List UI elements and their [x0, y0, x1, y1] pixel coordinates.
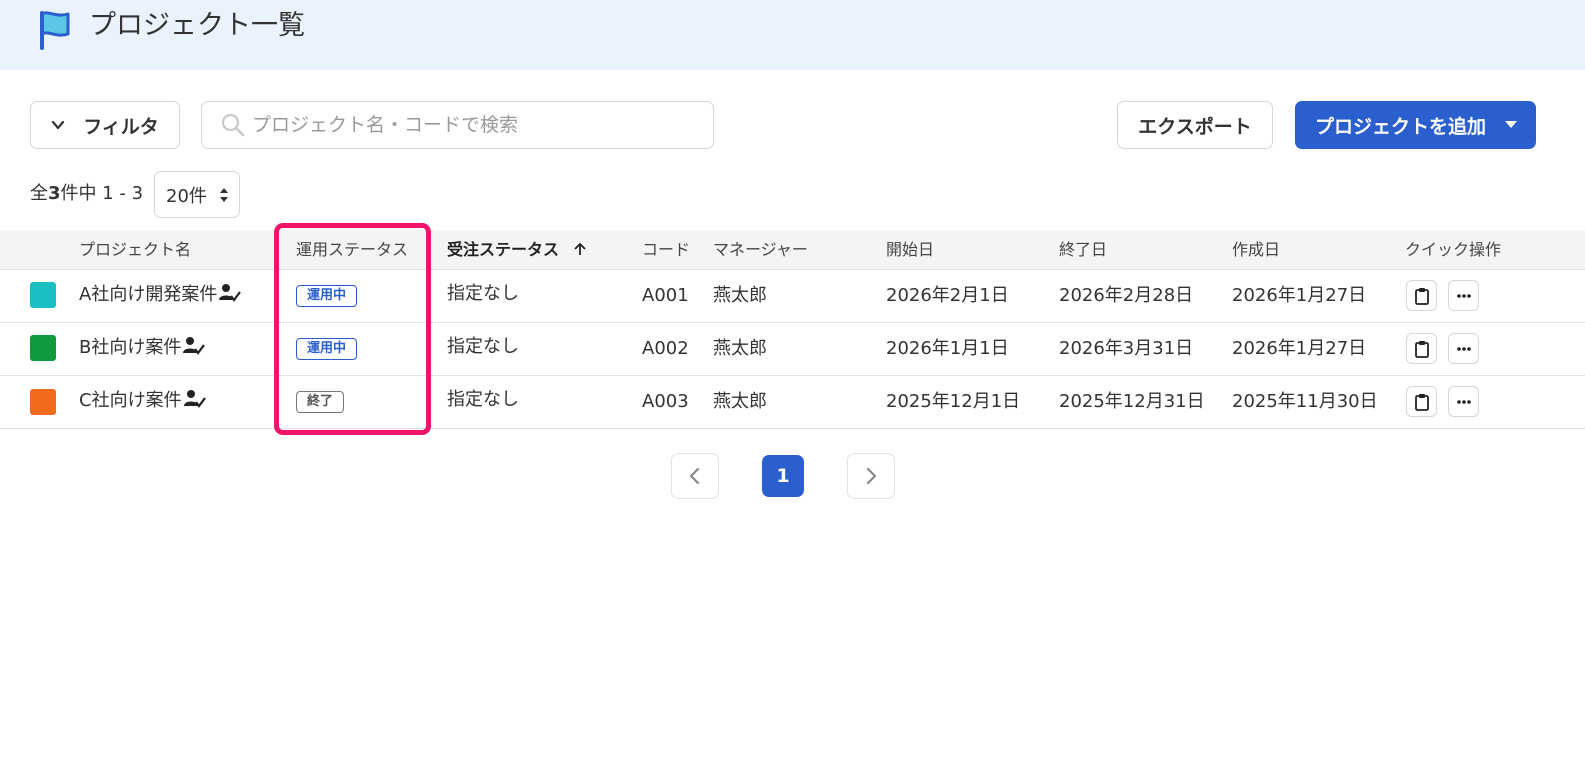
search-icon [221, 113, 245, 137]
start-date: 2026年2月1日 [886, 285, 1009, 306]
more-button[interactable] [1448, 386, 1479, 417]
person-check-icon [219, 284, 242, 302]
project-name-text: A社向け開発案件 [79, 284, 218, 305]
search-box[interactable] [201, 101, 714, 149]
page-1-button[interactable]: 1 [762, 455, 804, 497]
page-title: プロジェクト一覧 [89, 10, 305, 41]
manager-name: 燕太郎 [713, 338, 767, 359]
add-project-button[interactable]: プロジェクトを追加 [1295, 101, 1536, 149]
flag-icon [40, 11, 70, 50]
count-total: 3 [48, 183, 61, 204]
project-color-swatch [30, 389, 56, 415]
chevron-down-icon [52, 120, 65, 130]
export-button[interactable]: エクスポート [1117, 101, 1273, 149]
col-project-name[interactable]: プロジェクト名 [79, 230, 191, 270]
project-name[interactable]: C社向け案件 [79, 389, 206, 413]
clipboard-button[interactable] [1406, 280, 1437, 311]
start-date: 2026年1月1日 [886, 338, 1009, 359]
end-date: 2026年3月31日 [1059, 338, 1194, 359]
result-count: 全3件中 1 - 3 [30, 182, 143, 206]
project-name[interactable]: B社向け案件 [79, 336, 206, 360]
start-date: 2025年12月1日 [886, 391, 1021, 412]
col-order-status-label: 受注ステータス [447, 240, 560, 259]
order-status: 指定なし [447, 336, 519, 357]
more-horizontal-icon [1456, 346, 1471, 351]
caret-down-icon[interactable] [1505, 121, 1517, 128]
status-badge: 運用中 [296, 285, 358, 307]
prev-page-button[interactable] [671, 453, 719, 499]
manager-name: 燕太郎 [713, 285, 767, 306]
table-header: プロジェクト名 運用ステータス 受注ステータス コード マネージャー 開始日 終… [0, 230, 1585, 270]
table-row[interactable]: B社向け案件 運用中 指定なし A002 燕太郎 2026年1月1日 2026年… [0, 323, 1585, 376]
status-badge: 終了 [296, 391, 345, 413]
search-input[interactable] [252, 114, 682, 136]
col-code[interactable]: コード [642, 230, 690, 270]
filter-button[interactable]: フィルタ [30, 101, 180, 149]
end-date: 2025年12月31日 [1059, 391, 1205, 412]
project-color-swatch [30, 335, 56, 361]
person-check-icon [183, 390, 206, 408]
project-code: A002 [642, 338, 689, 359]
end-date: 2026年2月28日 [1059, 285, 1194, 306]
project-code: A003 [642, 391, 689, 412]
col-manager[interactable]: マネージャー [713, 230, 808, 270]
filter-label: フィルタ [83, 115, 159, 138]
count-suffix: 件中 1 - 3 [60, 183, 144, 204]
more-button[interactable] [1448, 333, 1479, 364]
page-header: プロジェクト一覧 [0, 0, 1585, 70]
order-status: 指定なし [447, 389, 519, 410]
created-date: 2025年11月30日 [1232, 391, 1378, 412]
clipboard-icon [1414, 393, 1429, 411]
per-page-value: 20件 [166, 185, 207, 207]
status-badge: 運用中 [296, 338, 358, 360]
project-name[interactable]: A社向け開発案件 [79, 283, 242, 307]
created-date: 2026年1月27日 [1232, 285, 1367, 306]
clipboard-icon [1414, 287, 1429, 305]
select-arrows-icon [220, 188, 228, 202]
next-page-button[interactable] [847, 453, 895, 499]
per-page-select[interactable]: 20件 [154, 171, 240, 218]
clipboard-icon [1414, 340, 1429, 358]
project-name-text: C社向け案件 [79, 390, 182, 411]
person-check-icon [183, 337, 206, 355]
add-project-label: プロジェクトを追加 [1315, 115, 1487, 138]
col-start-date[interactable]: 開始日 [886, 230, 934, 270]
more-horizontal-icon [1456, 399, 1471, 404]
created-date: 2026年1月27日 [1232, 338, 1367, 359]
more-button[interactable] [1448, 280, 1479, 311]
sort-ascending-icon [574, 242, 586, 255]
order-status: 指定なし [447, 283, 519, 304]
col-op-status[interactable]: 運用ステータス [296, 230, 408, 270]
chevron-right-icon [866, 467, 877, 485]
more-horizontal-icon [1456, 293, 1471, 298]
manager-name: 燕太郎 [713, 391, 767, 412]
export-label: エクスポート [1138, 115, 1252, 138]
clipboard-button[interactable] [1406, 386, 1437, 417]
col-created-date[interactable]: 作成日 [1232, 230, 1280, 270]
table-row[interactable]: A社向け開発案件 運用中 指定なし A001 燕太郎 2026年2月1日 202… [0, 270, 1585, 323]
project-name-text: B社向け案件 [79, 337, 182, 358]
chevron-left-icon [689, 467, 700, 485]
clipboard-button[interactable] [1406, 333, 1437, 364]
col-quick-actions: クイック操作 [1405, 240, 1502, 259]
col-order-status[interactable]: 受注ステータス [447, 230, 587, 270]
project-color-swatch [30, 282, 56, 308]
table-row[interactable]: C社向け案件 終了 指定なし A003 燕太郎 2025年12月1日 2025年… [0, 376, 1585, 429]
col-end-date[interactable]: 終了日 [1059, 230, 1107, 270]
count-prefix: 全 [30, 183, 48, 204]
project-code: A001 [642, 285, 689, 306]
